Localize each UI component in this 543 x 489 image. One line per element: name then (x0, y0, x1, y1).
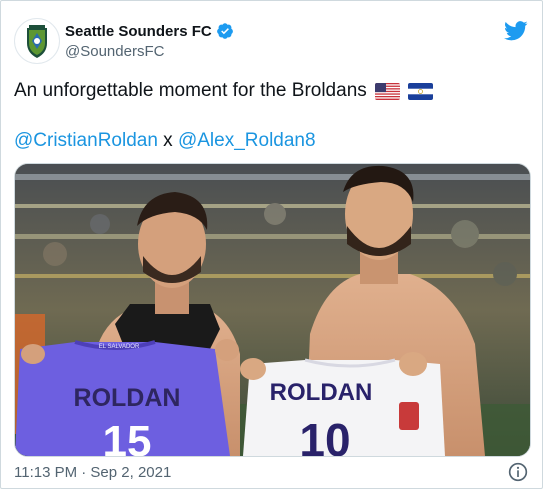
mention-link-alex[interactable]: @Alex_Roldan8 (178, 130, 316, 151)
mention-connector: x (157, 130, 178, 151)
display-name[interactable]: Seattle Sounders FC (65, 22, 234, 40)
tweet-photo[interactable]: EL SALVADOR ROLDAN 15 ROLDAN 10 (14, 163, 531, 457)
jersey-left-name-text: ROLDAN (74, 384, 181, 412)
tweet-text-content: An unforgettable moment for the Broldans (14, 80, 367, 101)
info-icon[interactable] (508, 462, 528, 482)
tweet-mentions: @CristianRoldan x @Alex_Roldan8 (14, 130, 316, 152)
tweet-text: An unforgettable moment for the Broldans (14, 80, 433, 102)
us-flag-icon (374, 82, 400, 100)
roldan-brothers-photo: EL SALVADOR ROLDAN 15 ROLDAN 10 (15, 164, 530, 456)
twitter-bird-icon[interactable] (504, 21, 528, 41)
jersey-right-number-text: 10 (299, 414, 350, 456)
el-salvador-flag-icon (407, 82, 433, 100)
jersey-left-collar-text: EL SALVADOR (99, 344, 140, 350)
tweet-card: Seattle Sounders FC @SoundersFC An unfor… (0, 0, 543, 489)
jersey-left-number-text: 15 (103, 417, 152, 456)
sounders-crest-icon (15, 19, 59, 63)
sounders-avatar[interactable] (14, 18, 60, 64)
tweet-timestamp[interactable]: 11:13 PM · Sep 2, 2021 (14, 464, 171, 481)
world-cup-patch (399, 402, 419, 430)
mention-link-cristian[interactable]: @CristianRoldan (14, 130, 158, 151)
display-name-text[interactable]: Seattle Sounders FC (65, 23, 212, 40)
jersey-right-name-text: ROLDAN (270, 379, 373, 406)
verified-badge-icon (216, 23, 233, 39)
account-handle[interactable]: @SoundersFC (65, 43, 164, 60)
